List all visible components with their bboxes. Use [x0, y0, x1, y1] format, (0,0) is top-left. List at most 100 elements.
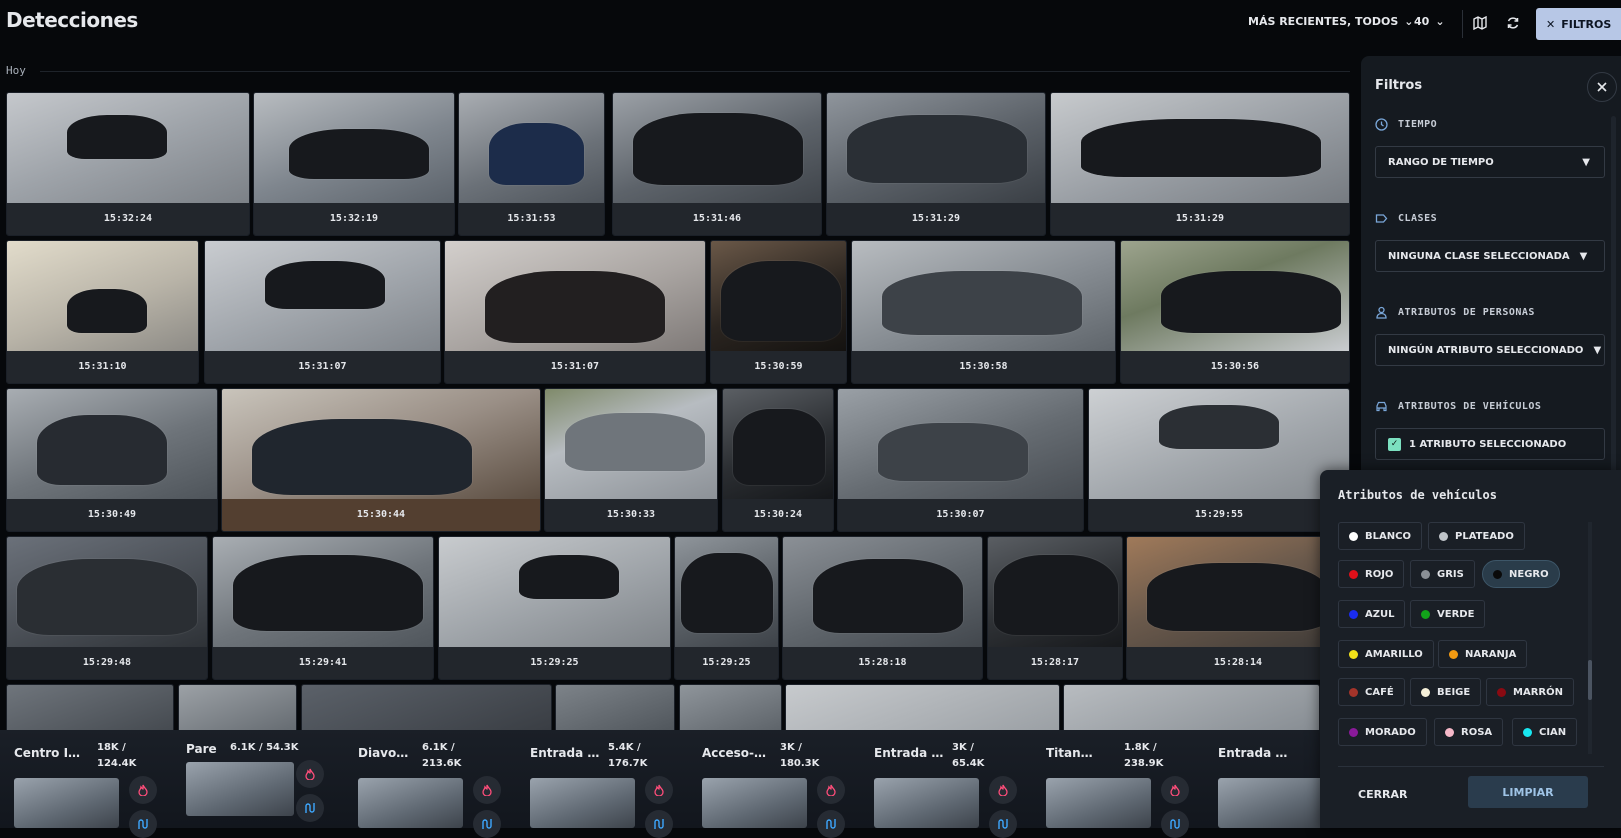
popup-scrollbar-thumb[interactable] — [1588, 660, 1592, 700]
sort-dropdown[interactable]: MÁS RECIENTES, TODOS ⌄ — [1248, 15, 1414, 28]
detection-card[interactable]: 15:30:24 — [722, 388, 834, 532]
color-chip-rosa[interactable]: ROSA — [1434, 718, 1504, 746]
detection-card[interactable]: 15:32:19 — [253, 92, 455, 236]
fire-icon[interactable] — [645, 776, 673, 804]
detection-card[interactable]: 15:30:44 — [221, 388, 541, 532]
detection-card[interactable]: 15:30:56 — [1120, 240, 1350, 384]
detection-card[interactable]: 15:30:33 — [544, 388, 718, 532]
filters-title: Filtros — [1375, 78, 1423, 93]
color-chip-naranja[interactable]: NARANJA — [1438, 640, 1528, 668]
close-panel-button[interactable] — [1587, 72, 1617, 102]
detection-card[interactable] — [555, 684, 675, 734]
route-icon[interactable] — [296, 794, 324, 822]
detection-card[interactable]: 15:31:46 — [612, 92, 822, 236]
fire-icon[interactable] — [1161, 776, 1189, 804]
classes-section-label: CLASES — [1398, 213, 1438, 224]
route-icon[interactable] — [989, 810, 1017, 838]
color-chip-marron[interactable]: MARRÓN — [1486, 678, 1574, 706]
camera-thumbnail[interactable] — [14, 778, 119, 828]
close-button[interactable]: CERRAR — [1358, 788, 1408, 801]
detection-card[interactable]: 15:29:25 — [438, 536, 671, 680]
detection-card[interactable] — [178, 684, 297, 734]
camera-thumbnail[interactable] — [1218, 778, 1320, 828]
detection-card[interactable] — [301, 684, 552, 734]
car-icon — [1376, 401, 1387, 412]
map-icon[interactable] — [1469, 12, 1491, 34]
camera-thumbnail[interactable] — [1046, 778, 1151, 828]
color-chip-plateado[interactable]: PLATEADO — [1428, 522, 1525, 550]
time-range-select[interactable]: RANGO DE TIEMPO ▼ — [1375, 146, 1605, 178]
fire-icon[interactable] — [817, 776, 845, 804]
popup-scrollbar[interactable] — [1588, 522, 1592, 754]
camera-card[interactable]: Pare 6.1K / 54.3K — [178, 730, 348, 828]
popup-divider — [1338, 766, 1604, 767]
route-icon[interactable] — [473, 810, 501, 838]
detection-card[interactable]: 15:29:55 — [1088, 388, 1350, 532]
camera-thumbnail[interactable] — [530, 778, 635, 828]
color-chip-morado[interactable]: MORADO — [1338, 718, 1427, 746]
detection-card[interactable]: 15:31:29 — [826, 92, 1046, 236]
color-chip-cafe[interactable]: CAFÉ — [1338, 678, 1405, 706]
fire-icon[interactable] — [129, 776, 157, 804]
detection-card[interactable] — [1063, 684, 1320, 734]
detection-card[interactable]: 15:32:24 — [6, 92, 250, 236]
camera-card[interactable]: Entrada … 3K /65.4K — [866, 730, 1036, 838]
detection-card[interactable]: 15:29:25 — [674, 536, 779, 680]
detection-card[interactable]: 15:30:59 — [710, 240, 847, 384]
camera-thumbnail[interactable] — [358, 778, 463, 828]
detection-card[interactable]: 15:30:07 — [837, 388, 1084, 532]
detection-card[interactable]: 15:28:18 — [782, 536, 983, 680]
detection-card[interactable]: 15:31:07 — [204, 240, 441, 384]
person-attributes-select[interactable]: NINGÚN ATRIBUTO SELECCIONADO ▼ — [1375, 334, 1605, 366]
detection-time: 15:30:24 — [723, 499, 833, 531]
camera-card[interactable]: Acceso-… 3K /180.3K — [694, 730, 864, 838]
color-dot — [1497, 688, 1506, 697]
detection-card[interactable]: 15:29:48 — [6, 536, 208, 680]
color-chip-negro[interactable]: NEGRO — [1482, 560, 1560, 588]
color-chip-cian[interactable]: CIAN — [1512, 718, 1578, 746]
section-divider — [40, 71, 1350, 72]
camera-card[interactable]: Entrada … 5.4K /176.7K — [522, 730, 692, 838]
detection-card[interactable] — [785, 684, 1060, 734]
detection-card[interactable]: 15:31:29 — [1050, 92, 1350, 236]
camera-thumbnail[interactable] — [874, 778, 979, 828]
clear-button[interactable]: LIMPIAR — [1468, 776, 1588, 808]
color-chip-gris[interactable]: GRIS — [1410, 560, 1475, 588]
detection-card[interactable]: 15:31:53 — [458, 92, 605, 236]
detection-card[interactable] — [679, 684, 782, 734]
camera-card[interactable]: Diavo… 6.1K /213.6K — [350, 730, 520, 838]
vehicle-attributes-select[interactable]: ✓ 1 ATRIBUTO SELECCIONADO — [1375, 428, 1605, 460]
camera-card[interactable]: Titan… 1.8K /238.9K — [1038, 730, 1208, 838]
color-chip-azul[interactable]: AZUL — [1338, 600, 1406, 628]
camera-card[interactable]: Entrada … — [1210, 730, 1320, 828]
route-icon[interactable] — [645, 810, 673, 838]
route-icon[interactable] — [817, 810, 845, 838]
camera-strip: Centro I… 18K /124.4K Pare 6.1K / 54.3K … — [0, 730, 1320, 838]
detection-card[interactable] — [6, 684, 174, 734]
detection-card[interactable]: 15:31:07 — [444, 240, 706, 384]
fire-icon[interactable] — [296, 760, 324, 788]
camera-card[interactable]: Centro I… 18K /124.4K — [6, 730, 176, 838]
detection-card[interactable]: 15:29:41 — [212, 536, 434, 680]
camera-thumbnail[interactable] — [186, 762, 294, 816]
detection-time: 15:28:18 — [783, 647, 982, 679]
route-icon[interactable] — [129, 810, 157, 838]
filters-button[interactable]: ✕ FILTROS — [1536, 8, 1621, 40]
camera-thumbnail[interactable] — [702, 778, 807, 828]
color-chip-amarillo[interactable]: AMARILLO — [1338, 640, 1434, 668]
detection-card[interactable]: 15:28:14 — [1126, 536, 1350, 680]
detection-card[interactable]: 15:28:17 — [987, 536, 1123, 680]
refresh-icon[interactable] — [1502, 12, 1524, 34]
color-chip-verde[interactable]: VERDE — [1410, 600, 1486, 628]
detection-card[interactable]: 15:30:49 — [6, 388, 218, 532]
color-chip-rojo[interactable]: ROJO — [1338, 560, 1405, 588]
color-chip-beige[interactable]: BEIGE — [1410, 678, 1482, 706]
classes-select[interactable]: NINGUNA CLASE SELECCIONADA ▼ — [1375, 240, 1605, 272]
detection-card[interactable]: 15:31:10 — [6, 240, 199, 384]
fire-icon[interactable] — [473, 776, 501, 804]
page-size-dropdown[interactable]: 40 ⌄ — [1414, 15, 1445, 28]
fire-icon[interactable] — [989, 776, 1017, 804]
detection-card[interactable]: 15:30:58 — [851, 240, 1116, 384]
route-icon[interactable] — [1161, 810, 1189, 838]
color-chip-blanco[interactable]: BLANCO — [1338, 522, 1422, 550]
